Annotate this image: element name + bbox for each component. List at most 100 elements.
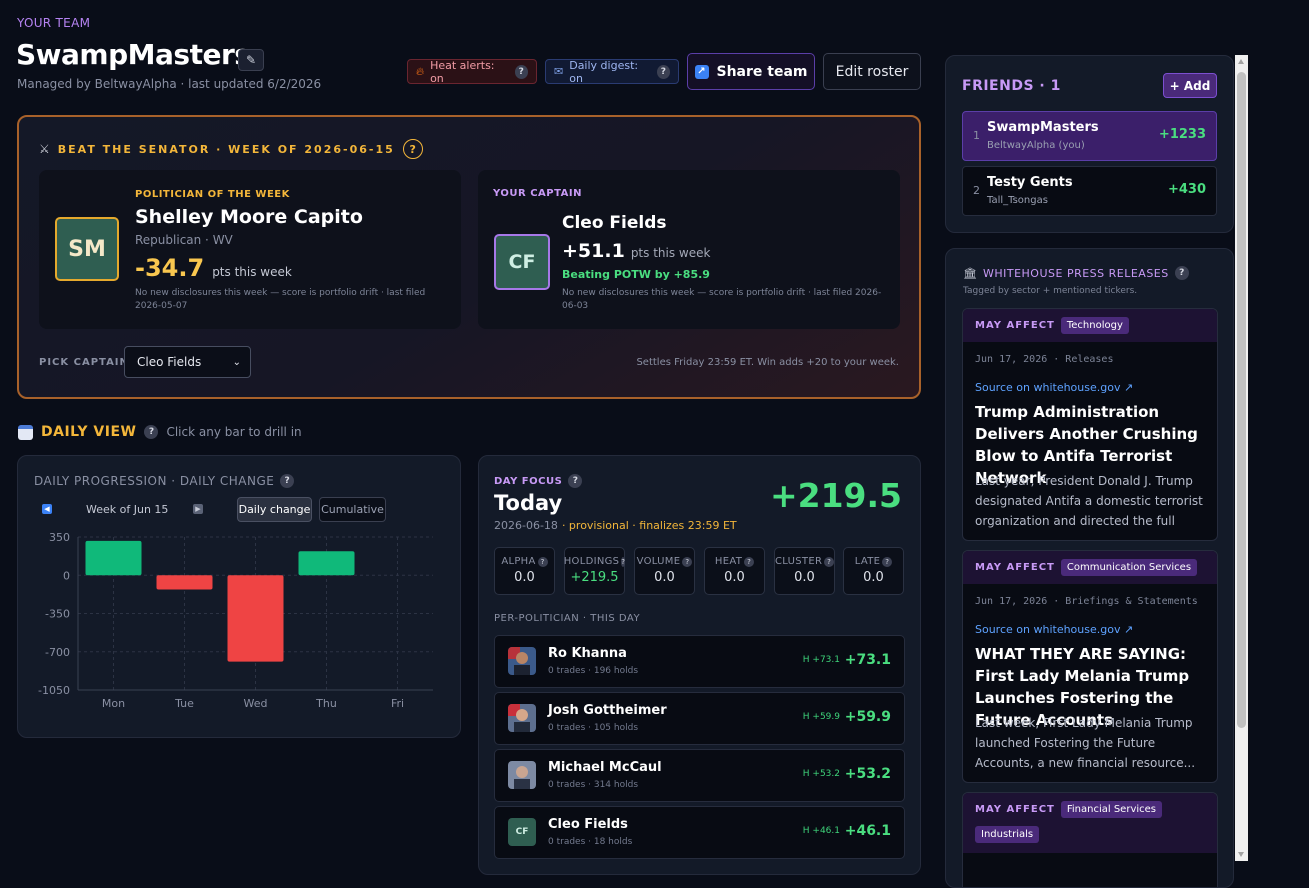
sector-tag: Financial Services (1060, 801, 1162, 818)
potw-name: Shelley Moore Capito (135, 206, 363, 228)
sector-tag: Industrials (975, 826, 1040, 843)
politician-stats: 0 trades · 18 holds (548, 837, 633, 847)
bar-wed (227, 575, 284, 662)
friend-row[interactable]: 2 Testy Gents Tall_Tsongas +430 (962, 166, 1217, 216)
politician-holdings: H +46.1 (802, 826, 840, 836)
scroll-down-arrow-icon[interactable] (1238, 852, 1244, 857)
per-politician-label: PER-POLITICIAN · THIS DAY (494, 613, 641, 624)
friend-score: +430 (1167, 182, 1206, 197)
press-releases-panel: 🏛︎ WHITEHOUSE PRESS RELEASES ? Tagged by… (945, 248, 1234, 888)
metric-label: LATE? (844, 556, 903, 567)
prev-week-button[interactable]: ◀ (42, 504, 52, 514)
may-affect-row: MAY AFFECT Technology (963, 309, 1217, 342)
help-icon[interactable]: ? (882, 556, 893, 567)
help-icon[interactable]: ? (656, 64, 670, 79)
share-team-button[interactable]: ↗ Share team (687, 53, 815, 90)
day-focus-label: DAY FOCUS (494, 475, 563, 487)
metric-value: 0.0 (724, 570, 745, 585)
politician-of-week-card: SM POLITICIAN OF THE WEEK Shelley Moore … (39, 170, 461, 329)
x-tick-label: Mon (102, 697, 125, 710)
may-affect-row: MAY AFFECT Communication Services (963, 551, 1217, 584)
rename-team-button[interactable]: ✎ (238, 49, 264, 71)
help-icon[interactable]: ? (514, 64, 528, 79)
press-source-link[interactable]: Source on whitehouse.gov ↗ (975, 381, 1133, 394)
politician-avatar (508, 761, 536, 789)
friend-row[interactable]: 1 SwampMasters BeltwayAlpha (you) +1233 (962, 111, 1217, 161)
share-arrow-icon: ↗ (694, 64, 709, 79)
pencil-icon: ✎ (245, 53, 257, 67)
day-focus-status: · provisional · finalizes 23:59 ET (561, 519, 737, 532)
press-release-card[interactable]: MAY AFFECT Financial Services Industrial… (962, 792, 1218, 887)
potw-label: POLITICIAN OF THE WEEK (135, 189, 290, 200)
help-icon[interactable]: ? (568, 474, 583, 488)
x-tick-label: Fri (391, 697, 404, 710)
beat-header: ⚔ BEAT THE SENATOR · WEEK OF 2026-06-15 … (39, 139, 423, 159)
metric-alpha: ALPHA? 0.0 (494, 547, 555, 595)
day-focus-total: +219.5 (769, 476, 902, 515)
next-week-button[interactable]: ▶ (193, 504, 203, 514)
potw-score-value: -34.7 (135, 254, 205, 282)
politician-holdings: H +59.9 (802, 712, 840, 722)
politician-stats: 0 trades · 196 holds (548, 666, 639, 676)
press-title: WHITEHOUSE PRESS RELEASES (982, 266, 1169, 280)
press-release-card[interactable]: MAY AFFECT Technology Jun 17, 2026 · Rel… (962, 308, 1218, 541)
daily-view-title: DAILY VIEW (41, 424, 137, 440)
friend-rank: 2 (973, 184, 980, 197)
scroll-up-arrow-icon[interactable] (1238, 59, 1244, 64)
metric-value: +219.5 (570, 570, 619, 585)
politician-row[interactable]: Michael McCaul 0 trades · 314 holds H +53.… (494, 749, 905, 802)
daily-digest-toggle[interactable]: ✉ Daily digest: on ? (545, 58, 679, 85)
scrollbar-thumb[interactable] (1237, 72, 1246, 728)
politician-name: Ro Khanna (548, 646, 627, 661)
flame-icon: 🔥︎ (416, 64, 425, 78)
help-icon[interactable]: ? (402, 139, 423, 159)
daily-digest-label: Daily digest: on (569, 58, 639, 85)
captain-label: YOUR CAPTAIN (493, 188, 582, 199)
politician-row[interactable]: CF Cleo Fields 0 trades · 18 holds H +46.1 +… (494, 806, 905, 859)
may-affect-label: MAY AFFECT (975, 804, 1055, 815)
metric-value: 0.0 (514, 570, 535, 585)
metric-value: 0.0 (654, 570, 675, 585)
pick-captain-value: Cleo Fields (137, 355, 202, 369)
help-icon[interactable]: ? (682, 556, 693, 567)
help-icon[interactable]: ? (1174, 266, 1189, 280)
politician-avatar (508, 704, 536, 732)
politician-row[interactable]: Josh Gottheimer 0 trades · 105 holds H +59… (494, 692, 905, 745)
add-friend-button[interactable]: + Add (1163, 73, 1217, 98)
day-focus-date: 2026-06-18 (494, 519, 558, 532)
metric-cluster: CLUSTER? 0.0 (774, 547, 835, 595)
team-managed-line: Managed by BeltwayAlpha · last updated 6… (17, 77, 322, 91)
help-icon[interactable]: ? (744, 556, 755, 567)
x-tick-label: Wed (244, 697, 268, 710)
metric-label: HEAT? (705, 556, 764, 567)
press-excerpt: Last year, President Donald J. Trump des… (975, 474, 1203, 528)
beat-the-senator-panel: ⚔ BEAT THE SENATOR · WEEK OF 2026-06-15 … (17, 115, 921, 399)
pts-label: pts this week (630, 246, 711, 260)
daily-bar-chart: 350 0 -350 -700 -1050 Mon Tue Wed Thu Fri (38, 531, 433, 710)
pts-label: pts this week (212, 265, 292, 279)
y-tick-label: -700 (45, 646, 70, 659)
day-focus-day: Today (494, 491, 563, 515)
politician-name: Michael McCaul (548, 760, 662, 775)
politician-score: +73.1 (844, 652, 891, 668)
potw-party: Republican · WV (135, 233, 233, 247)
metric-label-text: VOLUME (636, 556, 681, 567)
sidebar-scrollbar[interactable] (1235, 55, 1248, 861)
daily-view-header: DAILY VIEW ? Click any bar to drill in (18, 424, 302, 440)
help-icon[interactable]: ? (144, 425, 159, 439)
day-focus-date-row: 2026-06-18 · provisional · finalizes 23:… (494, 519, 737, 532)
press-source-link[interactable]: Source on whitehouse.gov ↗ (975, 623, 1133, 636)
help-icon[interactable]: ? (824, 556, 834, 567)
may-affect-label: MAY AFFECT (975, 562, 1055, 573)
pick-captain-select[interactable]: Cleo Fields ⌄ (124, 346, 251, 378)
metric-label: ALPHA? (495, 556, 554, 567)
heat-alerts-toggle[interactable]: 🔥︎ Heat alerts: on ? (407, 59, 537, 85)
press-release-card[interactable]: MAY AFFECT Communication Services Jun 17… (962, 550, 1218, 783)
help-icon[interactable]: ? (537, 556, 548, 567)
press-title-row: 🏛︎ WHITEHOUSE PRESS RELEASES ? (963, 266, 1189, 280)
edit-roster-button[interactable]: Edit roster (823, 53, 921, 90)
help-icon[interactable]: ? (280, 474, 295, 488)
y-tick-label: 0 (63, 569, 70, 582)
help-icon[interactable]: ? (621, 556, 626, 567)
politician-row[interactable]: Ro Khanna 0 trades · 196 holds H +73.1 +73.… (494, 635, 905, 688)
